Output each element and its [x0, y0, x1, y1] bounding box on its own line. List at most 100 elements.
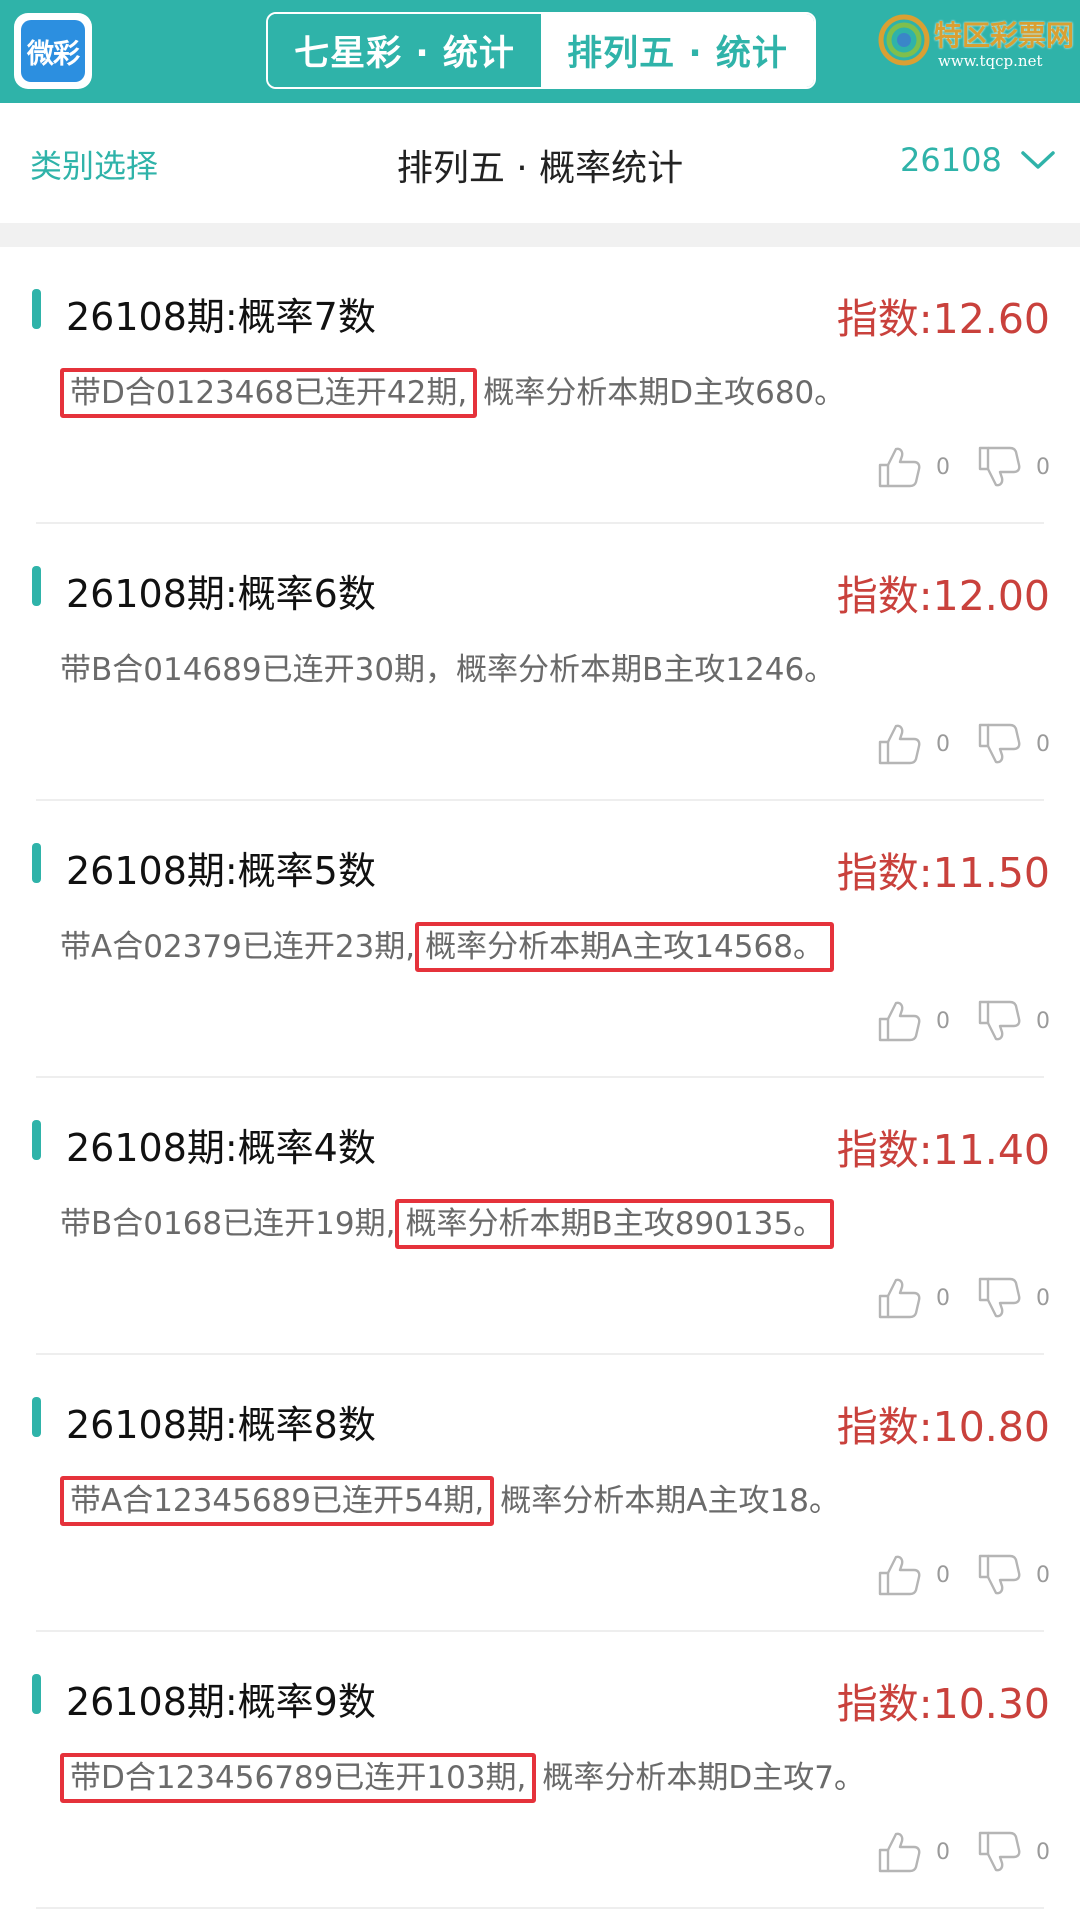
card-index-value: 指数:11.40	[836, 1126, 1050, 1174]
thumbs-up-icon	[878, 447, 921, 488]
lottery-tab-group: 七星彩 · 统计 排列五 · 统计	[266, 12, 816, 89]
dislike-count: 0	[1036, 731, 1050, 757]
dislike-button[interactable]: 0	[976, 1830, 1050, 1874]
section-separator	[0, 223, 1080, 247]
like-count: 0	[936, 1285, 950, 1311]
card-accent-bar	[32, 1397, 41, 1437]
probability-card: 26108期:概率7数 指数:12.60 带D合0123468已连开42期, 概率…	[0, 247, 1080, 524]
period-select-dropdown[interactable]: 26108	[900, 141, 1056, 179]
description-text: 概率分析本期D主攻680。	[483, 375, 846, 411]
dislike-button[interactable]: 0	[976, 445, 1050, 489]
card-divider	[36, 1907, 1044, 1909]
like-button[interactable]: 0	[876, 1276, 950, 1320]
tab-qixingcai-stats[interactable]: 七星彩 · 统计	[268, 14, 541, 87]
thumbs-down-icon	[978, 1277, 1021, 1318]
like-button[interactable]: 0	[876, 999, 950, 1043]
thumbs-up-icon	[878, 1832, 921, 1873]
vote-bar: 0 0	[876, 445, 1050, 489]
like-count: 0	[936, 1008, 950, 1034]
card-title: 26108期:概率9数	[66, 1680, 376, 1724]
thumbs-up-icon	[878, 1001, 921, 1042]
like-button[interactable]: 0	[876, 445, 950, 489]
card-index-value: 指数:11.50	[836, 849, 1050, 897]
card-accent-bar	[32, 843, 41, 883]
description-highlight: 概率分析本期A主攻14568。	[415, 922, 834, 972]
description-text: 概率分析本期A主攻18。	[500, 1483, 840, 1519]
watermark-url: www.tqcp.net	[938, 52, 1043, 70]
like-count: 0	[936, 454, 950, 480]
description-text: 概率分析本期D主攻7。	[542, 1760, 865, 1796]
card-accent-bar	[32, 1120, 41, 1160]
card-title: 26108期:概率7数	[66, 295, 376, 339]
thumbs-down-icon	[978, 446, 1021, 487]
card-index-value: 指数:12.00	[836, 572, 1050, 620]
vote-bar: 0 0	[876, 1276, 1050, 1320]
dislike-count: 0	[1036, 1285, 1050, 1311]
description-text: 带B合0168已连开19期,	[60, 1206, 396, 1242]
card-accent-bar	[32, 289, 41, 329]
card-title: 26108期:概率8数	[66, 1403, 376, 1447]
vote-bar: 0 0	[876, 999, 1050, 1043]
thumbs-down-icon	[978, 1831, 1021, 1872]
period-value: 26108	[900, 141, 1002, 179]
app-logo[interactable]: 微彩	[14, 13, 92, 89]
card-index-value: 指数:12.60	[836, 295, 1050, 343]
dislike-count: 0	[1036, 1839, 1050, 1865]
card-description: 带D合0123468已连开42期, 概率分析本期D主攻680。	[60, 367, 846, 418]
vote-bar: 0 0	[876, 722, 1050, 766]
probability-card: 26108期:概率4数 指数:11.40 带B合0168已连开19期, 概率分析本…	[0, 1078, 1080, 1355]
dislike-count: 0	[1036, 1562, 1050, 1588]
watermark-title: 特区彩票网	[934, 19, 1075, 52]
vote-bar: 0 0	[876, 1553, 1050, 1597]
sub-header: 类别选择 排列五 · 概率统计 26108	[0, 103, 1080, 223]
card-title: 26108期:概率5数	[66, 849, 376, 893]
tab-pailiewu-stats[interactable]: 排列五 · 统计	[541, 14, 814, 87]
thumbs-down-icon	[978, 1554, 1021, 1595]
category-select-button[interactable]: 类别选择	[30, 141, 158, 187]
thumbs-up-icon	[878, 724, 921, 765]
card-description: 带A合02379已连开23期, 概率分析本期A主攻14568。	[60, 921, 834, 972]
chevron-down-icon	[1021, 151, 1055, 169]
description-text: 带B合014689已连开30期，概率分析本期B主攻1246。	[60, 652, 836, 688]
site-watermark: 特区彩票网 www.tqcp.net	[878, 10, 1074, 76]
thumbs-down-icon	[978, 1000, 1021, 1041]
description-highlight: 概率分析本期B主攻890135。	[395, 1199, 835, 1249]
probability-card: 26108期:概率6数 指数:12.00 带B合014689已连开30期，概率分…	[0, 524, 1080, 801]
description-highlight: 带A合12345689已连开54期,	[60, 1476, 495, 1526]
dislike-button[interactable]: 0	[976, 1553, 1050, 1597]
dislike-button[interactable]: 0	[976, 1276, 1050, 1320]
probability-list: 26108期:概率7数 指数:12.60 带D合0123468已连开42期, 概率…	[0, 247, 1080, 1909]
probability-card: 26108期:概率8数 指数:10.80 带A合12345689已连开54期, 概…	[0, 1355, 1080, 1632]
like-count: 0	[936, 731, 950, 757]
card-description: 带A合12345689已连开54期, 概率分析本期A主攻18。	[60, 1475, 840, 1526]
card-title: 26108期:概率6数	[66, 572, 376, 616]
thumbs-up-icon	[878, 1555, 921, 1596]
card-accent-bar	[32, 566, 41, 606]
thumbs-up-icon	[878, 1278, 921, 1319]
card-accent-bar	[32, 1674, 41, 1714]
dislike-button[interactable]: 0	[976, 999, 1050, 1043]
like-count: 0	[936, 1839, 950, 1865]
like-button[interactable]: 0	[876, 1830, 950, 1874]
description-highlight: 带D合0123468已连开42期,	[60, 368, 478, 418]
probability-card: 26108期:概率9数 指数:10.30 带D合123456789已连开103期…	[0, 1632, 1080, 1909]
description-text: 带A合02379已连开23期,	[60, 929, 416, 965]
card-description: 带B合0168已连开19期, 概率分析本期B主攻890135。	[60, 1198, 835, 1249]
dislike-count: 0	[1036, 454, 1050, 480]
vote-bar: 0 0	[876, 1830, 1050, 1874]
probability-card: 26108期:概率5数 指数:11.50 带A合02379已连开23期, 概率分析…	[0, 801, 1080, 1078]
card-description: 带B合014689已连开30期，概率分析本期B主攻1246。	[60, 644, 835, 689]
like-button[interactable]: 0	[876, 722, 950, 766]
like-button[interactable]: 0	[876, 1553, 950, 1597]
swirl-logo-icon	[878, 14, 930, 66]
description-highlight: 带D合123456789已连开103期,	[60, 1753, 537, 1803]
card-description: 带D合123456789已连开103期, 概率分析本期D主攻7。	[60, 1752, 865, 1803]
card-index-value: 指数:10.30	[836, 1680, 1050, 1728]
top-bar: 微彩 七星彩 · 统计 排列五 · 统计 特区彩票网 www.tqcp.net	[0, 0, 1080, 103]
like-count: 0	[936, 1562, 950, 1588]
dislike-button[interactable]: 0	[976, 722, 1050, 766]
thumbs-down-icon	[978, 723, 1021, 764]
app-logo-text: 微彩	[21, 20, 85, 82]
dislike-count: 0	[1036, 1008, 1050, 1034]
card-title: 26108期:概率4数	[66, 1126, 376, 1170]
